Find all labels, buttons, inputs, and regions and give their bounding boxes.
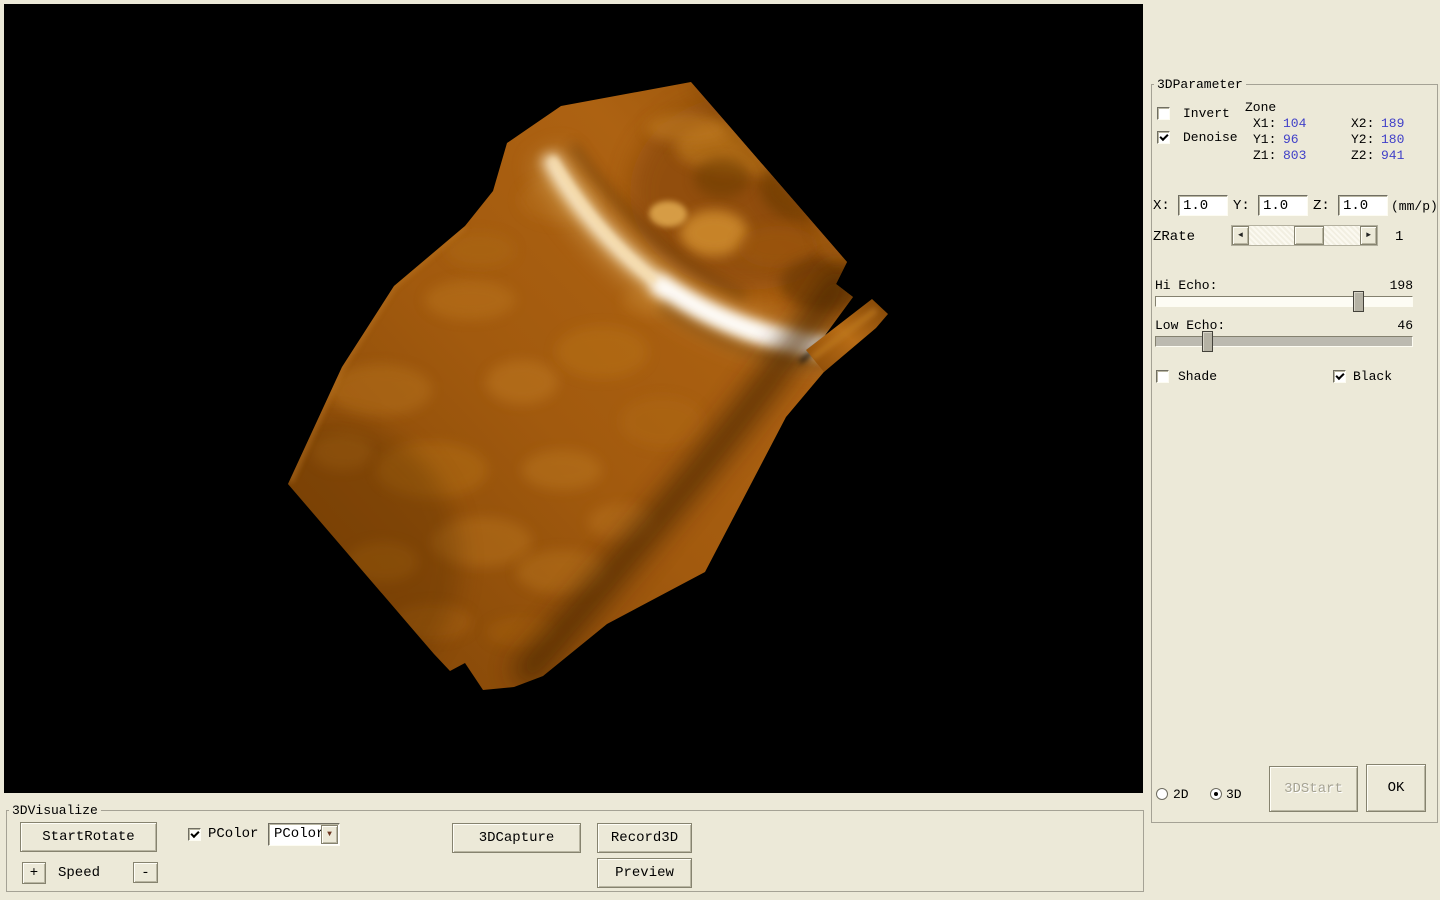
zone-x1-label: X1: [1253,116,1276,131]
zrate-label: ZRate [1153,230,1195,245]
zone-z2-value: 941 [1381,148,1404,163]
low-echo-value: 46 [1370,318,1413,333]
speed-label: Speed [58,866,100,881]
x-scale-input[interactable] [1178,195,1228,216]
shade-label: Shade [1178,369,1217,384]
invert-checkbox[interactable] [1157,107,1170,120]
y-scale-label: Y: [1233,199,1250,214]
start-3d-button[interactable]: 3DStart [1269,766,1358,812]
capture-3d-button[interactable]: 3DCapture [452,823,581,853]
zone-title: Zone [1245,100,1276,115]
y-scale-input[interactable] [1258,195,1308,216]
hi-echo-label: Hi Echo: [1155,278,1217,293]
group-3dparameter-title: 3DParameter [1154,77,1246,92]
z-scale-input[interactable] [1338,195,1388,216]
record-3d-button[interactable]: Record3D [597,823,692,853]
preview-button[interactable]: Preview [597,858,692,888]
low-echo-slider[interactable] [1155,336,1413,347]
speed-increase-button[interactable]: + [22,862,46,884]
low-echo-label: Low Echo: [1155,318,1225,333]
hi-echo-value: 198 [1370,278,1413,293]
black-label: Black [1353,369,1392,384]
scroll-left-arrow-icon: ◄ [1233,227,1248,244]
denoise-label: Denoise [1183,130,1238,145]
shade-checkbox[interactable] [1156,370,1169,383]
x-scale-label: X: [1153,199,1170,214]
zone-y2-value: 180 [1381,132,1404,147]
scroll-right-arrow-icon: ► [1361,227,1376,244]
pcolor-dropdown[interactable]: PColor ▼ [268,823,340,846]
zrate-scrollbar-thumb[interactable] [1294,226,1324,245]
black-checkbox[interactable] [1333,370,1346,383]
scale-unit-label: (mm/p) [1391,199,1438,214]
zrate-scrollbar[interactable]: ◄ ► [1231,225,1378,246]
ultrasound-volume-image [4,4,1143,793]
zone-x2-label: X2: [1351,116,1374,131]
app-window: 3DParameter Invert Denoise Zone X1: 104 … [0,0,1440,900]
zrate-scroll-left-button[interactable]: ◄ [1232,226,1249,245]
zone-z2-label: Z2: [1351,148,1374,163]
chevron-down-icon: ▼ [322,826,337,843]
zone-z1-value: 803 [1283,148,1306,163]
pcolor-dropdown-button[interactable]: ▼ [321,825,338,844]
zrate-scroll-right-button[interactable]: ► [1360,226,1377,245]
mode-3d-label: 3D [1226,787,1242,802]
start-rotate-button[interactable]: StartRotate [20,822,157,852]
z-scale-label: Z: [1313,199,1330,214]
render-viewport[interactable] [4,4,1143,793]
low-echo-thumb[interactable] [1202,331,1213,352]
zrate-value: 1 [1395,230,1403,245]
zone-y2-label: Y2: [1351,132,1374,147]
hi-echo-thumb[interactable] [1353,291,1364,312]
hi-echo-slider[interactable] [1155,296,1413,307]
mode-2d-radio[interactable] [1156,788,1168,800]
pcolor-dropdown-value: PColor [274,826,324,842]
speed-decrease-button[interactable]: - [133,862,158,883]
mode-2d-label: 2D [1173,787,1189,802]
zone-x1-value: 104 [1283,116,1306,131]
invert-label: Invert [1183,106,1230,121]
zone-z1-label: Z1: [1253,148,1276,163]
group-3dvisualize-title: 3DVisualize [9,803,101,818]
mode-3d-radio[interactable] [1210,788,1222,800]
pcolor-checkbox[interactable] [188,828,201,841]
denoise-checkbox[interactable] [1157,131,1170,144]
zone-y1-value: 96 [1283,132,1299,147]
zone-x2-value: 189 [1381,116,1404,131]
pcolor-label: PColor [208,827,258,842]
zone-y1-label: Y1: [1253,132,1276,147]
ok-button[interactable]: OK [1366,764,1426,812]
